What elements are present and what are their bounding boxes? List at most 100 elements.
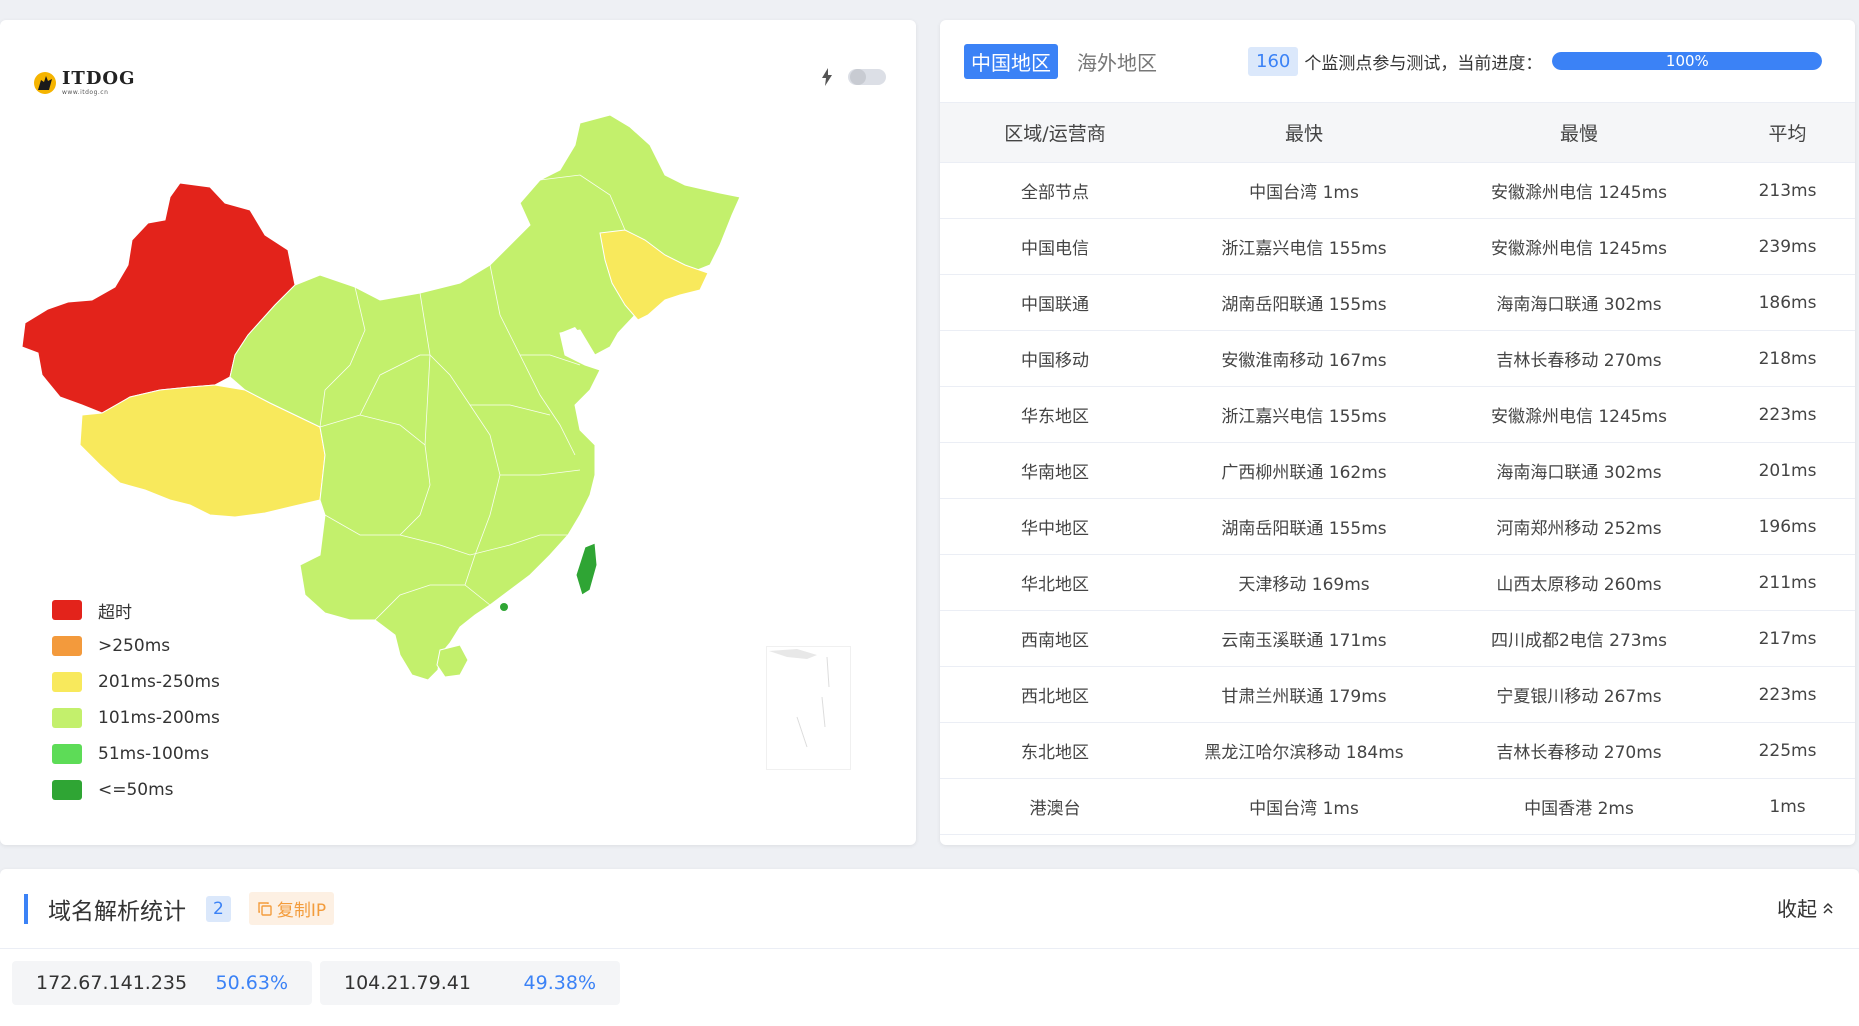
cell-region: 全部节点 — [940, 162, 1170, 219]
cell-region: 华中地区 — [940, 498, 1170, 555]
cell-average: 211ms — [1720, 554, 1855, 611]
itdog-logo: ITDOG www.itdog.cn — [32, 70, 135, 96]
ip-percent: 50.63% — [215, 972, 288, 994]
region-taiwan[interactable] — [575, 542, 598, 596]
legend-item[interactable]: 201ms-250ms — [52, 664, 220, 700]
table-header-row: 区域/运营商 最快 最慢 平均 — [940, 102, 1855, 163]
cell-region: 华南地区 — [940, 442, 1170, 499]
cell-fastest: 湖南岳阳联通 155ms — [1170, 498, 1438, 555]
cell-slowest: 四川成都2电信 273ms — [1438, 610, 1720, 667]
cell-average: 196ms — [1720, 498, 1855, 555]
legend-label: 51ms-100ms — [98, 744, 210, 764]
cell-average: 1ms — [1720, 778, 1855, 835]
legend-item[interactable]: >250ms — [52, 628, 220, 664]
legend-item[interactable]: <=50ms — [52, 772, 220, 808]
cell-slowest: 山西太原移动 260ms — [1438, 554, 1720, 611]
cell-fastest: 天津移动 169ms — [1170, 554, 1438, 611]
region-mainland[interactable] — [229, 115, 741, 681]
cell-average: 213ms — [1720, 162, 1855, 219]
cell-slowest: 宁夏银川移动 267ms — [1438, 666, 1720, 723]
legend-item[interactable]: 101ms-200ms — [52, 700, 220, 736]
cell-fastest: 中国台湾 1ms — [1170, 778, 1438, 835]
title-accent-bar — [24, 893, 28, 924]
legend-swatch — [52, 708, 82, 728]
cell-region: 港澳台 — [940, 778, 1170, 835]
cell-region: 西北地区 — [940, 666, 1170, 723]
legend-label: <=50ms — [98, 780, 174, 800]
region-hainan[interactable] — [436, 644, 469, 678]
lightning-icon[interactable] — [820, 68, 834, 86]
copy-ip-button[interactable]: 复制IP — [248, 892, 335, 925]
progress-fill: 100% — [1552, 52, 1823, 70]
progress-bar: 100% — [1552, 52, 1823, 70]
tab-overseas[interactable]: 海外地区 — [1070, 44, 1164, 79]
dog-logo-icon — [34, 72, 56, 94]
cell-region: 中国联通 — [940, 274, 1170, 331]
table-row: 华中地区 湖南岳阳联通 155ms 河南郑州移动 252ms 196ms — [940, 498, 1855, 555]
cell-region: 西南地区 — [940, 610, 1170, 667]
cell-region: 中国移动 — [940, 330, 1170, 387]
cell-average: 201ms — [1720, 442, 1855, 499]
monitor-count-badge: 160 — [1248, 46, 1299, 76]
cell-fastest: 中国台湾 1ms — [1170, 162, 1438, 219]
table-row: 华北地区 天津移动 169ms 山西太原移动 260ms 211ms — [940, 554, 1855, 611]
table-row: 中国移动 安徽淮南移动 167ms 吉林长春移动 270ms 218ms — [940, 330, 1855, 387]
cell-region: 中国电信 — [940, 218, 1170, 275]
logo-name: ITDOG — [62, 68, 136, 89]
cell-slowest: 海南海口联通 302ms — [1438, 442, 1720, 499]
cell-fastest: 安徽淮南移动 167ms — [1170, 330, 1438, 387]
legend-item[interactable]: 超时 — [52, 592, 220, 628]
ip-percent: 49.38% — [523, 972, 596, 994]
header-fastest: 最快 — [1170, 102, 1438, 163]
stats-header: 中国地区 海外地区 160 个监测点参与测试，当前进度： 100% — [940, 20, 1855, 102]
cell-region: 华东地区 — [940, 386, 1170, 443]
logo-url: www.itdog.cn — [62, 89, 109, 96]
cell-fastest: 黑龙江哈尔滨移动 184ms — [1170, 722, 1438, 779]
monitor-text: 个监测点参与测试，当前进度： — [1304, 53, 1543, 74]
map-card: ITDOG www.itdog.cn 超时 >250ms 201ms-250ms… — [0, 20, 916, 845]
table-row: 港澳台 中国台湾 1ms 中国香港 2ms 1ms — [940, 778, 1855, 835]
map-toolbox — [820, 68, 886, 86]
dns-count-badge: 2 — [206, 895, 231, 922]
legend-label: 超时 — [98, 602, 132, 623]
double-chevron-up-icon — [1823, 902, 1833, 914]
copy-ip-label: 复制IP — [276, 901, 327, 921]
legend-label: >250ms — [98, 636, 171, 656]
cell-slowest: 中国香港 2ms — [1438, 778, 1720, 835]
legend-item[interactable]: 51ms-100ms — [52, 736, 220, 772]
cell-average: 217ms — [1720, 610, 1855, 667]
cell-fastest: 浙江嘉兴电信 155ms — [1170, 218, 1438, 275]
cell-fastest: 甘肃兰州联通 179ms — [1170, 666, 1438, 723]
cell-fastest: 云南玉溪联通 171ms — [1170, 610, 1438, 667]
cell-slowest: 安徽滁州电信 1245ms — [1438, 162, 1720, 219]
table-row: 华南地区 广西柳州联通 162ms 海南海口联通 302ms 201ms — [940, 442, 1855, 499]
table-row: 全部节点 中国台湾 1ms 安徽滁州电信 1245ms 213ms — [940, 162, 1855, 219]
table-row: 中国联通 湖南岳阳联通 155ms 海南海口联通 302ms 186ms — [940, 274, 1855, 331]
table-row: 华东地区 浙江嘉兴电信 155ms 安徽滁州电信 1245ms 223ms — [940, 386, 1855, 443]
stats-card: 中国地区 海外地区 160 个监测点参与测试，当前进度： 100% 区域/运营商… — [940, 20, 1855, 845]
tab-domestic[interactable]: 中国地区 — [964, 43, 1058, 79]
legend-swatch — [52, 672, 82, 692]
stats-table: 区域/运营商 最快 最慢 平均 全部节点 中国台湾 1ms 安徽滁州电信 1245m… — [940, 102, 1855, 835]
table-row: 东北地区 黑龙江哈尔滨移动 184ms 吉林长春移动 270ms 225ms — [940, 722, 1855, 779]
map-mode-toggle[interactable] — [848, 69, 886, 85]
cell-region: 华北地区 — [940, 554, 1170, 611]
header-region: 区域/运营商 — [940, 102, 1170, 163]
ip-list: 172.67.141.235 50.63% 104.21.79.41 49.38% — [0, 949, 1859, 1005]
collapse-button[interactable]: 收起 — [1777, 893, 1835, 922]
header-slowest: 最慢 — [1438, 102, 1720, 163]
region-hongkong[interactable] — [500, 603, 508, 611]
cell-slowest: 吉林长春移动 270ms — [1438, 722, 1720, 779]
ip-item[interactable]: 172.67.141.235 50.63% — [12, 961, 312, 1005]
copy-icon — [258, 901, 272, 916]
cell-fastest: 浙江嘉兴电信 155ms — [1170, 386, 1438, 443]
collapse-label: 收起 — [1777, 897, 1817, 921]
south-sea-inset — [766, 646, 851, 770]
dns-card: 域名解析统计 2 复制IP 收起 172.67.141.235 50.63% 104… — [0, 869, 1859, 1026]
cell-average: 186ms — [1720, 274, 1855, 331]
legend-swatch — [52, 744, 82, 764]
ip-address: 172.67.141.235 — [36, 972, 188, 994]
ip-item[interactable]: 104.21.79.41 49.38% — [320, 961, 620, 1005]
cell-slowest: 安徽滁州电信 1245ms — [1438, 218, 1720, 275]
cell-fastest: 广西柳州联通 162ms — [1170, 442, 1438, 499]
